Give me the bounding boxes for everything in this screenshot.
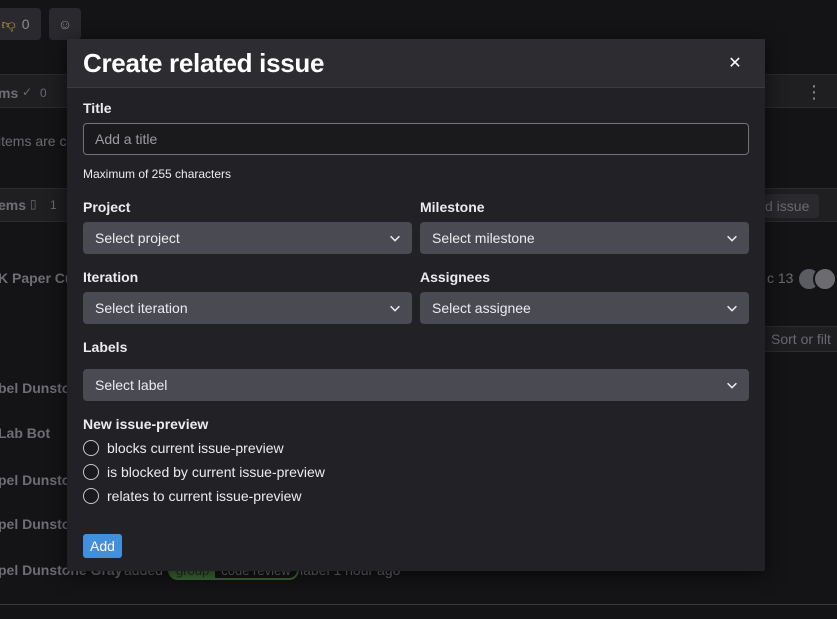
issue-icon: ▯ (30, 197, 37, 211)
milestone-select[interactable]: Select milestone (420, 222, 749, 254)
child-item-title: K Paper Cu (0, 270, 74, 286)
close-icon: ✕ (728, 55, 742, 72)
relation-option-label: is blocked by current issue-preview (107, 464, 325, 480)
iteration-assignee-row: Iteration Select iteration Assignees Sel… (83, 269, 749, 324)
radio-button[interactable] (83, 488, 99, 504)
label-select-value: Select label (95, 377, 168, 393)
assignee-select-value: Select assignee (432, 300, 531, 316)
project-select-value: Select project (95, 230, 180, 246)
labels-field: Labels Select label (83, 339, 749, 401)
iteration-field: Iteration Select iteration (83, 269, 412, 324)
project-label: Project (83, 199, 131, 215)
milestone-field: Milestone Select milestone (420, 199, 749, 254)
thumbs-down-icon: 👎︎ (1, 15, 16, 32)
smiley-icon: ☺ (57, 16, 73, 32)
checklist-icon: ✓ (22, 85, 33, 99)
project-milestone-row: Project Select project Milestone Select … (83, 199, 749, 254)
milestone-select-value: Select milestone (432, 230, 535, 246)
relation-field: New issue-preview blocks current issue-p… (83, 416, 749, 508)
relation-option-relates-to[interactable]: relates to current issue-preview (83, 484, 749, 508)
relation-option-blocks[interactable]: blocks current issue-preview (83, 436, 749, 460)
chevron-down-icon (727, 305, 737, 312)
relation-label: New issue-preview (83, 416, 209, 432)
child-items-count: 1 (50, 198, 57, 212)
relation-option-label: blocks current issue-preview (107, 440, 284, 456)
linked-items-title: ms (0, 85, 19, 101)
avatar (813, 267, 837, 291)
add-reaction-button[interactable]: ☺ (49, 8, 81, 40)
project-select[interactable]: Select project (83, 222, 412, 254)
iteration-label: Iteration (83, 269, 139, 285)
milestone-label: Milestone (420, 199, 485, 215)
modal-title: Create related issue (83, 47, 325, 78)
chevron-down-icon (727, 235, 737, 242)
create-related-issue-modal: Create related issue ✕ Title Maximum of … (67, 39, 765, 571)
relation-option-label: relates to current issue-preview (107, 488, 302, 504)
title-hint: Maximum of 255 characters (83, 167, 232, 181)
chevron-down-icon (727, 382, 737, 389)
child-items-title: ems (0, 197, 27, 213)
sort-filter-button[interactable]: Sort or filt (760, 326, 837, 352)
radio-button[interactable] (83, 464, 99, 480)
iteration-select[interactable]: Select iteration (83, 292, 412, 324)
chevron-down-icon (390, 235, 400, 242)
close-button[interactable]: ✕ (721, 49, 749, 77)
add-button[interactable]: Add (83, 534, 122, 558)
linked-items-count: 0 (40, 86, 47, 100)
relation-options: blocks current issue-preview is blocked … (83, 436, 749, 508)
labels-label: Labels (83, 339, 128, 355)
activity-author: Lab Bot (0, 425, 51, 441)
thumbs-down-reaction[interactable]: 👎︎ 0 (0, 8, 41, 40)
title-input[interactable] (83, 123, 749, 155)
assignee-select[interactable]: Select assignee (420, 292, 749, 324)
more-options-icon[interactable]: ⋮ (805, 82, 823, 103)
assignees-field: Assignees Select assignee (420, 269, 749, 324)
radio-button[interactable] (83, 440, 99, 456)
activity-author: pel Dunsto (0, 472, 71, 488)
thumbs-down-count: 0 (21, 16, 30, 32)
divider (0, 604, 837, 605)
iteration-select-value: Select iteration (95, 300, 188, 316)
activity-author: pel Dunsto (0, 516, 71, 532)
linked-items-description: items are c (0, 133, 67, 149)
modal-header: Create related issue ✕ (67, 39, 765, 88)
title-label: Title (83, 100, 112, 116)
modal-body: Title Maximum of 255 characters Project … (67, 88, 765, 508)
chevron-down-icon (390, 305, 400, 312)
assignees-label: Assignees (420, 269, 491, 285)
child-item-date: c 13 (767, 270, 794, 286)
relation-option-blocked-by[interactable]: is blocked by current issue-preview (83, 460, 749, 484)
project-field: Project Select project (83, 199, 412, 254)
activity-author: bel Dunsto (0, 380, 71, 396)
label-select[interactable]: Select label (83, 369, 749, 401)
